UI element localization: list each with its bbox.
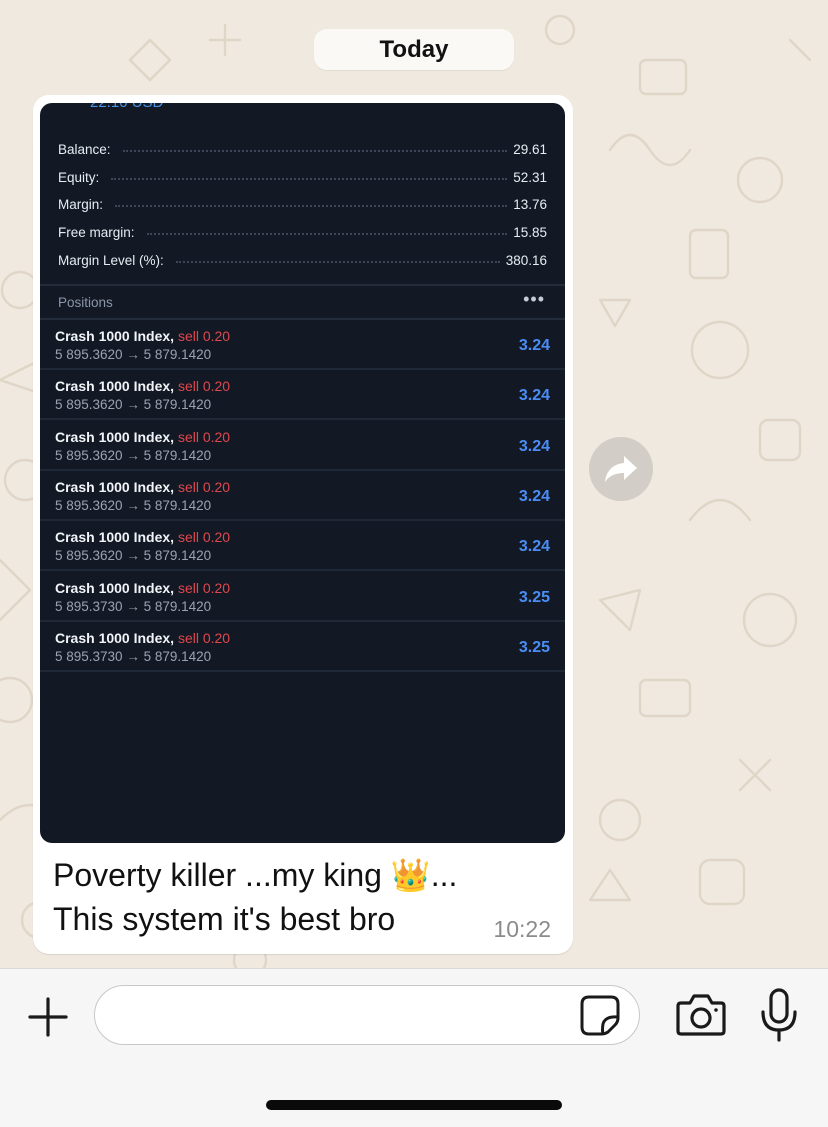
position-prices: 5 895.3730 → 5 879.1420 (55, 599, 212, 614)
position-row: Crash 1000 Index, sell 0.20 5 895.3620 →… (40, 521, 565, 571)
position-profit: 3.25 (518, 589, 550, 606)
position-side: sell 0.20 (177, 479, 231, 495)
account-value: 52.31 (513, 169, 547, 185)
sticker-icon[interactable] (579, 994, 621, 1036)
position-prices: 5 895.3620 → 5 879.1420 (55, 448, 212, 463)
message-text-field[interactable] (94, 985, 640, 1045)
leader-dots (146, 233, 508, 235)
position-profit: 3.24 (518, 337, 550, 354)
account-label: Equity: (58, 169, 100, 185)
home-indicator (266, 1100, 562, 1110)
position-side: sell 0.20 (177, 630, 231, 646)
message-bubble[interactable]: 22.10 USD Balance: 29.61 Equity: 52.31 M… (33, 95, 573, 954)
account-row-margin: Margin: 13.76 (58, 194, 547, 214)
position-prices: 5 895.3730 → 5 879.1420 (55, 649, 212, 664)
position-side: sell 0.20 (177, 378, 231, 394)
account-value: 13.76 (513, 196, 547, 212)
plus-icon[interactable] (26, 995, 70, 1039)
leader-dots (115, 205, 508, 207)
chat-area[interactable]: Today 22.10 USD Balance: 29.61 Equity: 5… (0, 0, 828, 968)
account-label: Balance: (58, 141, 111, 157)
position-prices: 5 895.3620 → 5 879.1420 (55, 347, 212, 362)
camera-icon[interactable] (675, 991, 727, 1039)
position-side: sell 0.20 (177, 429, 231, 445)
position-row: Crash 1000 Index, sell 0.20 5 895.3730 →… (40, 572, 565, 622)
position-symbol: Crash 1000 Index, (55, 529, 175, 545)
attached-screenshot[interactable]: 22.10 USD Balance: 29.61 Equity: 52.31 M… (40, 103, 565, 843)
row-divider (40, 418, 565, 420)
position-row: Crash 1000 Index, sell 0.20 5 895.3730 →… (40, 622, 565, 672)
message-caption: Poverty killer ...my king 👑... This syst… (53, 853, 523, 941)
leader-dots (111, 178, 508, 180)
position-profit: 3.24 (518, 387, 550, 404)
message-timestamp: 10:22 (493, 916, 551, 942)
row-divider (40, 670, 565, 672)
position-profit: 3.24 (518, 488, 550, 505)
position-row: Crash 1000 Index, sell 0.20 5 895.3620 →… (40, 421, 565, 471)
position-symbol: Crash 1000 Index, (55, 378, 175, 394)
position-symbol: Crash 1000 Index, (55, 328, 175, 344)
position-symbol: Crash 1000 Index, (55, 479, 175, 495)
row-divider (40, 569, 565, 571)
account-label: Free margin: (58, 224, 135, 240)
account-row-balance: Balance: 29.61 (58, 139, 547, 159)
positions-header: Positions (58, 295, 113, 310)
leader-dots (175, 261, 500, 263)
account-value: 29.61 (513, 141, 547, 157)
partial-balance-text: 22.10 USD (90, 103, 163, 111)
message-input[interactable] (113, 996, 573, 1034)
position-prices: 5 895.3620 → 5 879.1420 (55, 548, 212, 563)
position-profit: 3.25 (518, 639, 550, 656)
message-input-bar (0, 968, 828, 1127)
caption-line: Poverty killer ...my king 👑... (53, 857, 458, 893)
account-value: 380.16 (505, 252, 547, 268)
account-row-equity: Equity: 52.31 (58, 167, 547, 187)
position-profit: 3.24 (518, 538, 550, 555)
account-value: 15.85 (513, 224, 547, 240)
leader-dots (122, 150, 508, 152)
position-profit: 3.24 (518, 438, 550, 455)
date-header: Today (314, 29, 514, 70)
position-prices: 5 895.3620 → 5 879.1420 (55, 397, 212, 412)
position-prices: 5 895.3620 → 5 879.1420 (55, 498, 212, 513)
more-options-icon: ••• (523, 289, 545, 309)
caption-line: This system it's best bro (53, 901, 396, 937)
account-row-free-margin: Free margin: 15.85 (58, 222, 547, 242)
position-row: Crash 1000 Index, sell 0.20 5 895.3620 →… (40, 370, 565, 420)
microphone-icon[interactable] (759, 987, 799, 1043)
account-label: Margin: (58, 196, 104, 212)
position-symbol: Crash 1000 Index, (55, 580, 175, 596)
section-divider (40, 284, 565, 286)
position-side: sell 0.20 (177, 529, 231, 545)
position-symbol: Crash 1000 Index, (55, 429, 175, 445)
account-label: Margin Level (%): (58, 252, 164, 268)
forward-button[interactable] (589, 437, 653, 501)
position-symbol: Crash 1000 Index, (55, 630, 175, 646)
position-side: sell 0.20 (177, 328, 231, 344)
position-row: Crash 1000 Index, sell 0.20 5 895.3620 →… (40, 471, 565, 521)
account-row-margin-level: Margin Level (%): 380.16 (58, 250, 547, 270)
forward-icon (605, 456, 637, 482)
position-side: sell 0.20 (177, 580, 231, 596)
position-row: Crash 1000 Index, sell 0.20 5 895.3620 →… (40, 320, 565, 370)
